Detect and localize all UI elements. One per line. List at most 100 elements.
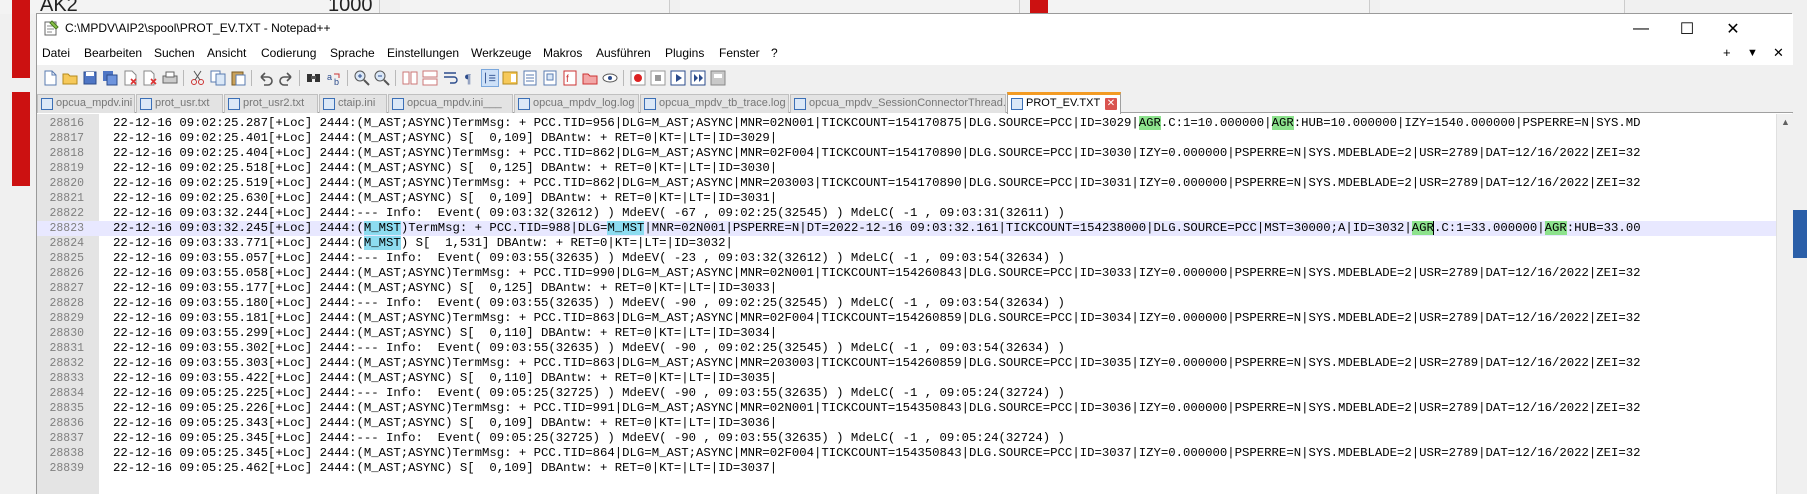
save-icon[interactable] [81, 69, 99, 87]
editor-line[interactable]: 28836 22-12-16 09:05:25.343[+Loc] 2444:(M… [37, 416, 1776, 431]
zoom-out-icon[interactable] [373, 69, 391, 87]
zoom-in-icon[interactable] [353, 69, 371, 87]
sync-horizontal-icon[interactable] [421, 69, 439, 87]
tab-opcua-mpdv-ini-backup[interactable]: opcua_mpdv.ini___ [388, 94, 513, 113]
close-all-icon[interactable] [141, 69, 159, 87]
editor-line[interactable]: 28831 22-12-16 09:03:55.302[+Loc] 2444:--… [37, 341, 1776, 356]
tab-prot-usr-txt[interactable]: prot_usr.txt [136, 94, 223, 113]
menu-help[interactable]: ? [771, 46, 778, 60]
svg-text:b: b [334, 77, 339, 87]
tab-close-icon[interactable]: ✕ [1105, 98, 1117, 110]
replace-icon[interactable]: ab [325, 69, 343, 87]
tab-label: prot_usr.txt [155, 97, 210, 109]
editor-line[interactable]: 28829 22-12-16 09:03:55.181[+Loc] 2444:(M… [37, 311, 1776, 326]
undo-icon[interactable] [257, 69, 275, 87]
new-tab-button[interactable]: + [1723, 45, 1731, 60]
sync-vertical-icon[interactable] [401, 69, 419, 87]
menu-makros[interactable]: Makros [543, 46, 582, 60]
editor-line[interactable]: 28838 22-12-16 09:05:25.345[+Loc] 2444:(M… [37, 446, 1776, 461]
line-text: 22-12-16 09:03:33.771[+Loc] 2444:(M_MST)… [113, 236, 733, 250]
editor-line[interactable]: 28833 22-12-16 09:03:55.422[+Loc] 2444:(M… [37, 371, 1776, 386]
find-icon[interactable] [305, 69, 323, 87]
editor-line[interactable]: 28825 22-12-16 09:03:55.057[+Loc] 2444:--… [37, 251, 1776, 266]
line-number: 28827 [49, 282, 84, 295]
new-file-icon[interactable] [41, 69, 59, 87]
menu-sprache[interactable]: Sprache [330, 46, 375, 60]
open-file-icon[interactable] [61, 69, 79, 87]
tab-opcua-mpdv-log[interactable]: opcua_mpdv_log.log [514, 94, 639, 113]
minimize-button[interactable]: — [1618, 14, 1664, 43]
menu-fenster[interactable]: Fenster [719, 46, 760, 60]
editor-line[interactable]: 28839 22-12-16 09:05:25.462[+Loc] 2444:(M… [37, 461, 1776, 476]
word-wrap-icon[interactable] [441, 69, 459, 87]
menu-plugins[interactable]: Plugins [665, 46, 704, 60]
editor-line[interactable]: 28830 22-12-16 09:03:55.299[+Loc] 2444:(M… [37, 326, 1776, 341]
scroll-up-arrow-icon[interactable]: ▲ [1781, 117, 1790, 127]
editor-line[interactable]: 28837 22-12-16 09:05:25.345[+Loc] 2444:--… [37, 431, 1776, 446]
tab-prot-usr2-txt[interactable]: prot_usr2.txt [224, 94, 318, 113]
stop-macro-icon[interactable] [649, 69, 667, 87]
indent-guide-icon[interactable] [481, 69, 499, 87]
editor-line[interactable]: 28827 22-12-16 09:03:55.177[+Loc] 2444:(M… [37, 281, 1776, 296]
editor-line[interactable]: 28816 22-12-16 09:02:25.287[+Loc] 2444:(M… [37, 116, 1776, 131]
text-content[interactable]: 28816 22-12-16 09:02:25.287[+Loc] 2444:(M… [37, 114, 1776, 494]
editor-line[interactable]: 28817 22-12-16 09:02:25.401[+Loc] 2444:(M… [37, 131, 1776, 146]
tab-opcua-mpdv-tb-trace[interactable]: opcua_mpdv_tb_trace.log [640, 94, 789, 113]
editor-line[interactable]: 28826 22-12-16 09:03:55.058[+Loc] 2444:(M… [37, 266, 1776, 281]
cut-icon[interactable] [189, 69, 207, 87]
play-macro-icon[interactable] [669, 69, 687, 87]
editor-line[interactable]: 28823 22-12-16 09:03:32.245[+Loc] 2444:(M… [37, 221, 1776, 236]
tab-opcua-mpdv-ini[interactable]: opcua_mpdv.ini [37, 94, 135, 113]
menu-suchen[interactable]: Suchen [154, 46, 195, 60]
editor-line[interactable]: 28818 22-12-16 09:02:25.404[+Loc] 2444:(M… [37, 146, 1776, 161]
tab-prot-ev-txt[interactable]: PROT_EV.TXT ✕ [1007, 92, 1121, 114]
vertical-scrollbar[interactable]: ▲ [1776, 114, 1793, 494]
menu-ansicht[interactable]: Ansicht [207, 46, 246, 60]
function-list-icon[interactable] [521, 69, 539, 87]
editor-line[interactable]: 28819 22-12-16 09:02:25.518[+Loc] 2444:(M… [37, 161, 1776, 176]
editor-line[interactable]: 28824 22-12-16 09:03:33.771[+Loc] 2444:(M… [37, 236, 1776, 251]
line-number: 28830 [49, 327, 84, 340]
editor-area[interactable]: 28816 22-12-16 09:02:25.287[+Loc] 2444:(M… [37, 114, 1793, 494]
save-all-icon[interactable] [101, 69, 119, 87]
folder-as-workspace-icon[interactable] [581, 69, 599, 87]
close-document-button[interactable]: ✕ [1773, 45, 1784, 61]
record-macro-icon[interactable] [629, 69, 647, 87]
show-all-chars-icon[interactable]: ¶ [461, 69, 479, 87]
editor-line[interactable]: 28828 22-12-16 09:03:55.180[+Loc] 2444:--… [37, 296, 1776, 311]
editor-line[interactable]: 28820 22-12-16 09:02:25.519[+Loc] 2444:(M… [37, 176, 1776, 191]
editor-line[interactable]: 28821 22-12-16 09:02:25.630[+Loc] 2444:(M… [37, 191, 1776, 206]
menu-werkzeuge[interactable]: Werkzeuge [471, 46, 531, 60]
editor-line[interactable]: 28835 22-12-16 09:05:25.226[+Loc] 2444:(M… [37, 401, 1776, 416]
menu-einstellungen[interactable]: Einstellungen [387, 46, 459, 60]
title-bar[interactable]: C:\MPDV\AIP2\spool\PROT_EV.TXT - Notepad… [37, 14, 1793, 43]
menu-codierung[interactable]: Codierung [261, 46, 316, 60]
paste-icon[interactable] [229, 69, 247, 87]
editor-line[interactable]: 28832 22-12-16 09:03:55.303[+Loc] 2444:(M… [37, 356, 1776, 371]
folder-workspace-icon[interactable] [541, 69, 559, 87]
tab-ctaip-ini[interactable]: ctaip.ini [319, 94, 387, 113]
monitoring-icon[interactable]: f [561, 69, 579, 87]
tab-label: prot_usr2.txt [243, 97, 305, 109]
file-icon [518, 98, 530, 110]
close-window-button[interactable]: ✕ [1710, 14, 1756, 43]
redo-icon[interactable] [277, 69, 295, 87]
line-number: 28821 [49, 192, 84, 205]
close-icon[interactable] [121, 69, 139, 87]
menu-bearbeiten[interactable]: Bearbeiten [84, 46, 142, 60]
run-macro-multiple-icon[interactable] [689, 69, 707, 87]
menu-datei[interactable]: Datei [42, 46, 70, 60]
document-map-icon[interactable] [501, 69, 519, 87]
save-macro-icon[interactable] [709, 69, 727, 87]
maximize-button[interactable]: ☐ [1664, 14, 1710, 43]
print-icon[interactable] [161, 69, 179, 87]
tab-opcua-session-connector[interactable]: opcua_mpdv_SessionConnectorThread.log [790, 94, 1006, 113]
copy-icon[interactable] [209, 69, 227, 87]
menu-ausfuehren[interactable]: Ausführen [596, 46, 651, 60]
editor-line[interactable]: 28834 22-12-16 09:05:25.225[+Loc] 2444:--… [37, 386, 1776, 401]
notepad-window: C:\MPDV\AIP2\spool\PROT_EV.TXT - Notepad… [36, 13, 1793, 494]
tab-list-dropdown[interactable]: ▼ [1747, 47, 1758, 59]
editor-line[interactable]: 28822 22-12-16 09:03:32.244[+Loc] 2444:--… [37, 206, 1776, 221]
line-text: 22-12-16 09:02:25.401[+Loc] 2444:(M_AST;… [113, 131, 778, 145]
eye-icon[interactable] [601, 69, 619, 87]
